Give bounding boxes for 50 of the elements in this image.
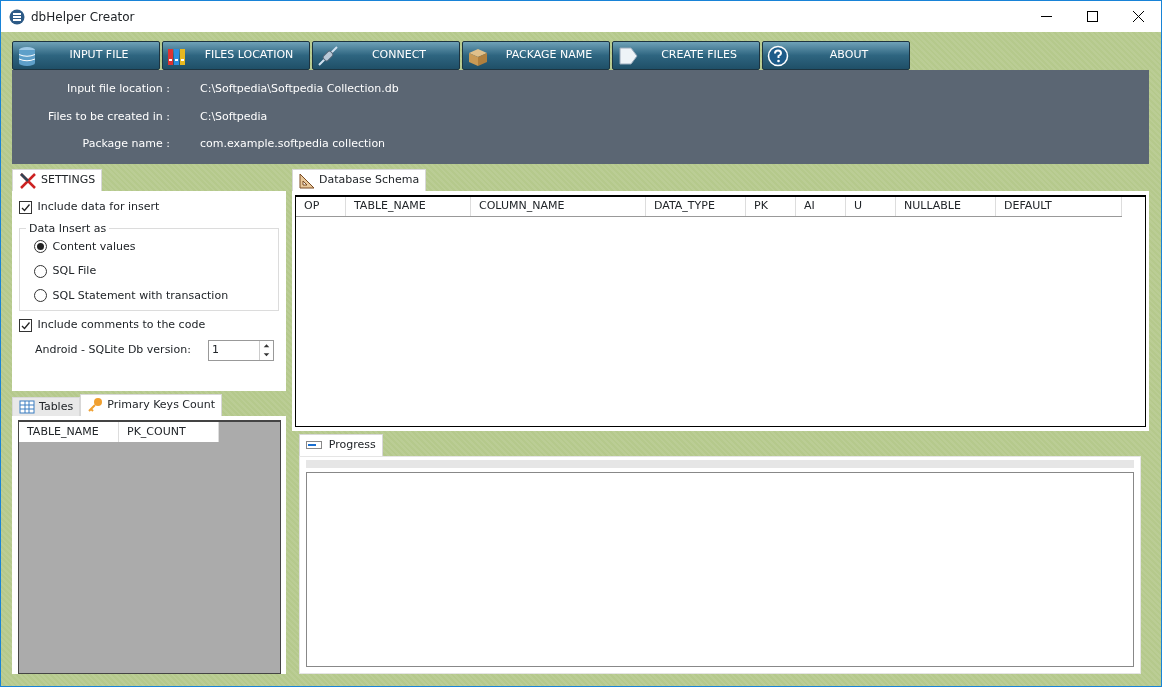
minimize-icon bbox=[1040, 16, 1052, 17]
window-title: dbHelper Creator bbox=[31, 8, 135, 26]
toolbar-button[interactable]: FILES LOCATION bbox=[162, 41, 310, 70]
app-icon bbox=[9, 8, 25, 25]
column-header[interactable]: COLUMN_NAME bbox=[471, 197, 646, 216]
schema-tab[interactable]: Database Schema bbox=[292, 169, 427, 191]
field-value: C:\Softpedia\Softpedia Collection.db bbox=[200, 81, 399, 98]
column-header[interactable]: NULLABLE bbox=[896, 197, 996, 216]
checkmark-icon bbox=[20, 319, 31, 331]
tools-icon bbox=[19, 172, 37, 189]
plug-icon bbox=[317, 44, 339, 67]
tab[interactable]: Tables bbox=[12, 396, 81, 416]
help-icon bbox=[767, 44, 789, 67]
tab[interactable]: Primary Keys Count bbox=[80, 393, 223, 416]
document-icon bbox=[617, 44, 639, 67]
column-header[interactable]: DATA_TYPE bbox=[646, 197, 746, 216]
field-label: Package name : bbox=[81, 136, 170, 153]
column-header[interactable]: OP bbox=[296, 197, 346, 216]
checkbox[interactable]: Include data for insert bbox=[19, 199, 279, 216]
column-header[interactable]: DEFAULT bbox=[996, 197, 1122, 216]
progress-icon bbox=[306, 441, 322, 450]
radio-button[interactable]: Content values bbox=[34, 238, 268, 255]
ruler-icon bbox=[299, 172, 315, 189]
field-value: C:\Softpedia bbox=[200, 108, 268, 125]
column-header[interactable]: PK bbox=[746, 197, 796, 216]
checkbox[interactable]: Include comments to the code bbox=[19, 317, 279, 334]
table-icon bbox=[19, 398, 35, 415]
radio-button[interactable]: SQL File bbox=[34, 263, 268, 280]
maximize-icon bbox=[1086, 11, 1098, 22]
radio-button[interactable]: SQL Statement with transaction bbox=[34, 287, 268, 304]
column-header[interactable]: TABLE_NAME bbox=[346, 197, 471, 216]
toolbar-button[interactable]: CREATE FILES bbox=[612, 41, 760, 70]
settings-tab[interactable]: SETTINGS bbox=[12, 169, 103, 191]
number-spinner[interactable]: 1 bbox=[208, 339, 274, 361]
column-header[interactable]: TABLE_NAME bbox=[19, 421, 119, 442]
toolbar-button[interactable]: INPUT FILE bbox=[12, 41, 160, 70]
progress-tab[interactable]: Progress bbox=[299, 433, 383, 456]
toolbar-button[interactable]: PACKAGE NAME bbox=[462, 41, 610, 70]
column-header[interactable]: U bbox=[846, 197, 896, 216]
field-label: Android - SQLite Db version: bbox=[35, 341, 191, 358]
toolbar-button[interactable]: CONNECT bbox=[312, 41, 460, 70]
column-header[interactable]: AI bbox=[796, 197, 846, 216]
close-icon bbox=[1132, 11, 1144, 22]
toolbar-button[interactable]: ABOUT bbox=[762, 41, 910, 70]
field-value: com.example.softpedia collection bbox=[200, 136, 386, 153]
checkmark-icon bbox=[20, 201, 31, 213]
key-icon bbox=[87, 397, 104, 414]
field-label: Input file location : bbox=[65, 81, 170, 98]
field-label: Files to be created in : bbox=[46, 108, 170, 125]
column-header[interactable]: PK_COUNT bbox=[119, 421, 219, 442]
